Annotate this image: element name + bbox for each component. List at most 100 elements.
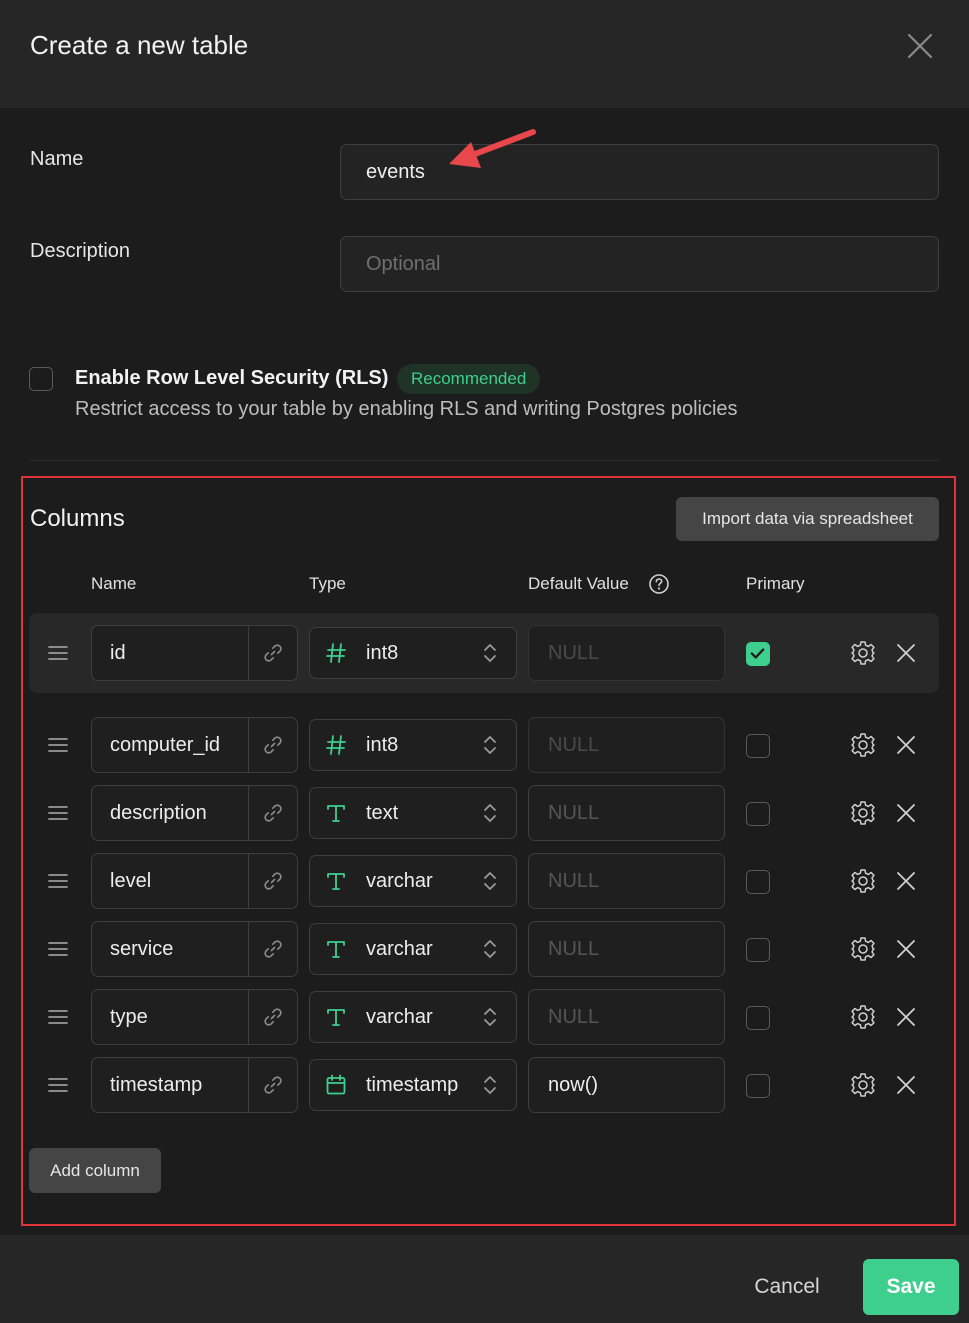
column-row: description text NULL [0, 785, 969, 841]
column-name-text: service [110, 938, 174, 960]
help-icon[interactable] [648, 573, 670, 595]
primary-key-checkbox[interactable] [746, 802, 770, 826]
table-name-input[interactable]: events [340, 144, 939, 200]
column-type-select[interactable]: text [309, 787, 517, 839]
link-icon[interactable] [262, 1006, 284, 1028]
remove-column-icon[interactable] [894, 1073, 918, 1097]
column-name-text: description [110, 802, 207, 824]
column-name-input[interactable]: id [91, 625, 298, 681]
remove-column-icon[interactable] [894, 1005, 918, 1029]
column-type-text: varchar [366, 938, 433, 960]
close-icon[interactable] [904, 30, 936, 62]
chevron-up-down-icon [484, 940, 496, 958]
column-type-select[interactable]: varchar [309, 923, 517, 975]
field-separator [248, 718, 249, 772]
field-separator [248, 786, 249, 840]
field-separator [248, 1058, 249, 1112]
rls-checkbox[interactable] [29, 367, 53, 391]
default-value-input[interactable]: NULL [528, 921, 725, 977]
link-icon[interactable] [262, 802, 284, 824]
add-column-button[interactable]: Add column [29, 1148, 161, 1193]
import-spreadsheet-button[interactable]: Import data via spreadsheet [676, 497, 939, 541]
description-input[interactable]: Optional [340, 236, 939, 292]
drag-handle-icon[interactable] [48, 643, 68, 663]
primary-key-checkbox[interactable] [746, 938, 770, 962]
column-name-input[interactable]: level [91, 853, 298, 909]
description-label: Description [30, 240, 131, 262]
rls-description: Restrict access to your table by enablin… [75, 398, 738, 420]
save-button[interactable]: Save [863, 1259, 959, 1315]
drag-handle-icon[interactable] [48, 803, 68, 823]
column-type-select[interactable]: int8 [309, 719, 517, 771]
column-type-text: timestamp [366, 1074, 459, 1096]
chevron-up-down-icon [484, 1076, 496, 1094]
column-type-text: text [366, 802, 399, 824]
column-row: level varchar NULL [0, 853, 969, 909]
column-name-input[interactable]: description [91, 785, 298, 841]
chevron-up-down-icon [484, 736, 496, 754]
default-value-input[interactable]: NULL [528, 625, 725, 681]
column-type-text: varchar [366, 1006, 433, 1028]
annotation-arrow-icon [449, 129, 536, 168]
link-icon[interactable] [262, 734, 284, 756]
field-separator [248, 626, 249, 680]
primary-key-checkbox[interactable] [746, 734, 770, 758]
column-type-select[interactable]: varchar [309, 991, 517, 1043]
drag-handle-icon[interactable] [48, 1075, 68, 1095]
gear-icon[interactable] [849, 731, 877, 759]
remove-column-icon[interactable] [894, 733, 918, 757]
link-icon[interactable] [262, 1074, 284, 1096]
column-row: type varchar NULL [0, 989, 969, 1045]
remove-column-icon[interactable] [894, 869, 918, 893]
section-divider [30, 460, 939, 461]
column-name-input[interactable]: computer_id [91, 717, 298, 773]
drag-handle-icon[interactable] [48, 1007, 68, 1027]
gear-icon[interactable] [849, 799, 877, 827]
column-name-text: type [110, 1006, 148, 1028]
default-value-input[interactable]: NULL [528, 717, 725, 773]
column-row: service varchar NULL [0, 921, 969, 977]
drag-handle-icon[interactable] [48, 939, 68, 959]
column-name-input[interactable]: type [91, 989, 298, 1045]
default-value-input[interactable]: now() [528, 1057, 725, 1113]
column-type-text: varchar [366, 870, 433, 892]
primary-key-checkbox[interactable] [746, 1006, 770, 1030]
link-icon[interactable] [262, 642, 284, 664]
link-icon[interactable] [262, 938, 284, 960]
column-name-input[interactable]: timestamp [91, 1057, 298, 1113]
gear-icon[interactable] [849, 935, 877, 963]
primary-key-checkbox[interactable] [746, 642, 770, 666]
remove-column-icon[interactable] [894, 801, 918, 825]
column-header-default: Default Value [528, 574, 629, 593]
column-row: timestamp timestamp now() [0, 1057, 969, 1113]
drag-handle-icon[interactable] [48, 871, 68, 891]
remove-column-icon[interactable] [894, 641, 918, 665]
drag-handle-icon[interactable] [48, 735, 68, 755]
columns-title: Columns [30, 505, 125, 532]
text-type-icon [327, 1009, 345, 1026]
column-name-text: id [110, 642, 126, 664]
check-icon [750, 648, 765, 659]
column-type-select[interactable]: timestamp [309, 1059, 517, 1111]
primary-key-checkbox[interactable] [746, 870, 770, 894]
gear-icon[interactable] [849, 1003, 877, 1031]
primary-key-checkbox[interactable] [746, 1074, 770, 1098]
link-icon[interactable] [262, 870, 284, 892]
hash-icon [326, 643, 346, 663]
rls-title: Enable Row Level Security (RLS) [75, 367, 389, 389]
gear-icon[interactable] [849, 867, 877, 895]
column-name-text: timestamp [110, 1074, 203, 1096]
gear-icon[interactable] [849, 1071, 877, 1099]
chevron-up-down-icon [484, 804, 496, 822]
column-name-input[interactable]: service [91, 921, 298, 977]
default-value-input[interactable]: NULL [528, 853, 725, 909]
default-value-input[interactable]: NULL [528, 785, 725, 841]
text-type-icon [327, 873, 345, 890]
gear-icon[interactable] [849, 639, 877, 667]
default-value-input[interactable]: NULL [528, 989, 725, 1045]
column-type-select[interactable]: int8 [309, 627, 517, 679]
column-type-select[interactable]: varchar [309, 855, 517, 907]
remove-column-icon[interactable] [894, 937, 918, 961]
cancel-button[interactable]: Cancel [740, 1260, 834, 1314]
hash-icon [326, 735, 346, 755]
